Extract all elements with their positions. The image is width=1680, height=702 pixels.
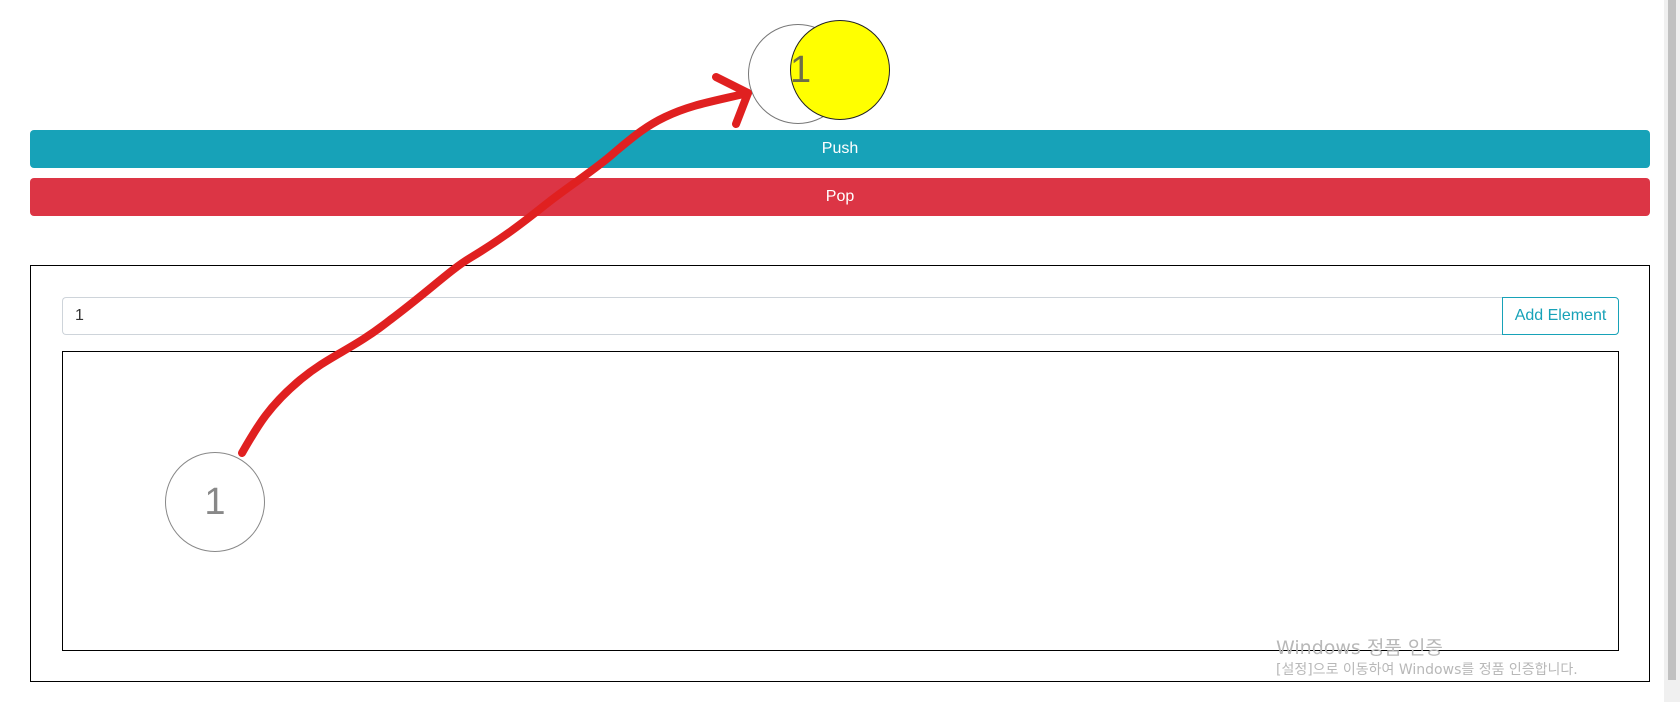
vertical-scrollbar[interactable] [1664, 0, 1680, 702]
push-button[interactable]: Push [30, 130, 1650, 168]
input-group: Add Element [62, 297, 1619, 335]
element-input[interactable] [62, 297, 1502, 335]
page: 1 Push Pop Add Element 1 Windows 정품 인증 [… [0, 0, 1680, 702]
pop-button[interactable]: Pop [30, 178, 1650, 216]
element-canvas: 1 [62, 351, 1619, 651]
scrollbar-thumb[interactable] [1668, 0, 1676, 680]
watermark-title: Windows 정품 인증 [1276, 637, 1443, 659]
element-node[interactable]: 1 [165, 452, 265, 552]
element-panel: Add Element 1 [30, 265, 1650, 682]
watermark-subtitle: [설정]으로 이동하여 Windows를 정품 인증합니다. [1276, 662, 1578, 678]
add-element-button[interactable]: Add Element [1502, 297, 1619, 335]
windows-activation-watermark: Windows 정품 인증 [설정]으로 이동하여 Windows를 정품 인증… [1276, 636, 1578, 680]
stack-node-label: 1 [790, 49, 812, 91]
stack-visualization: 1 [740, 18, 900, 128]
